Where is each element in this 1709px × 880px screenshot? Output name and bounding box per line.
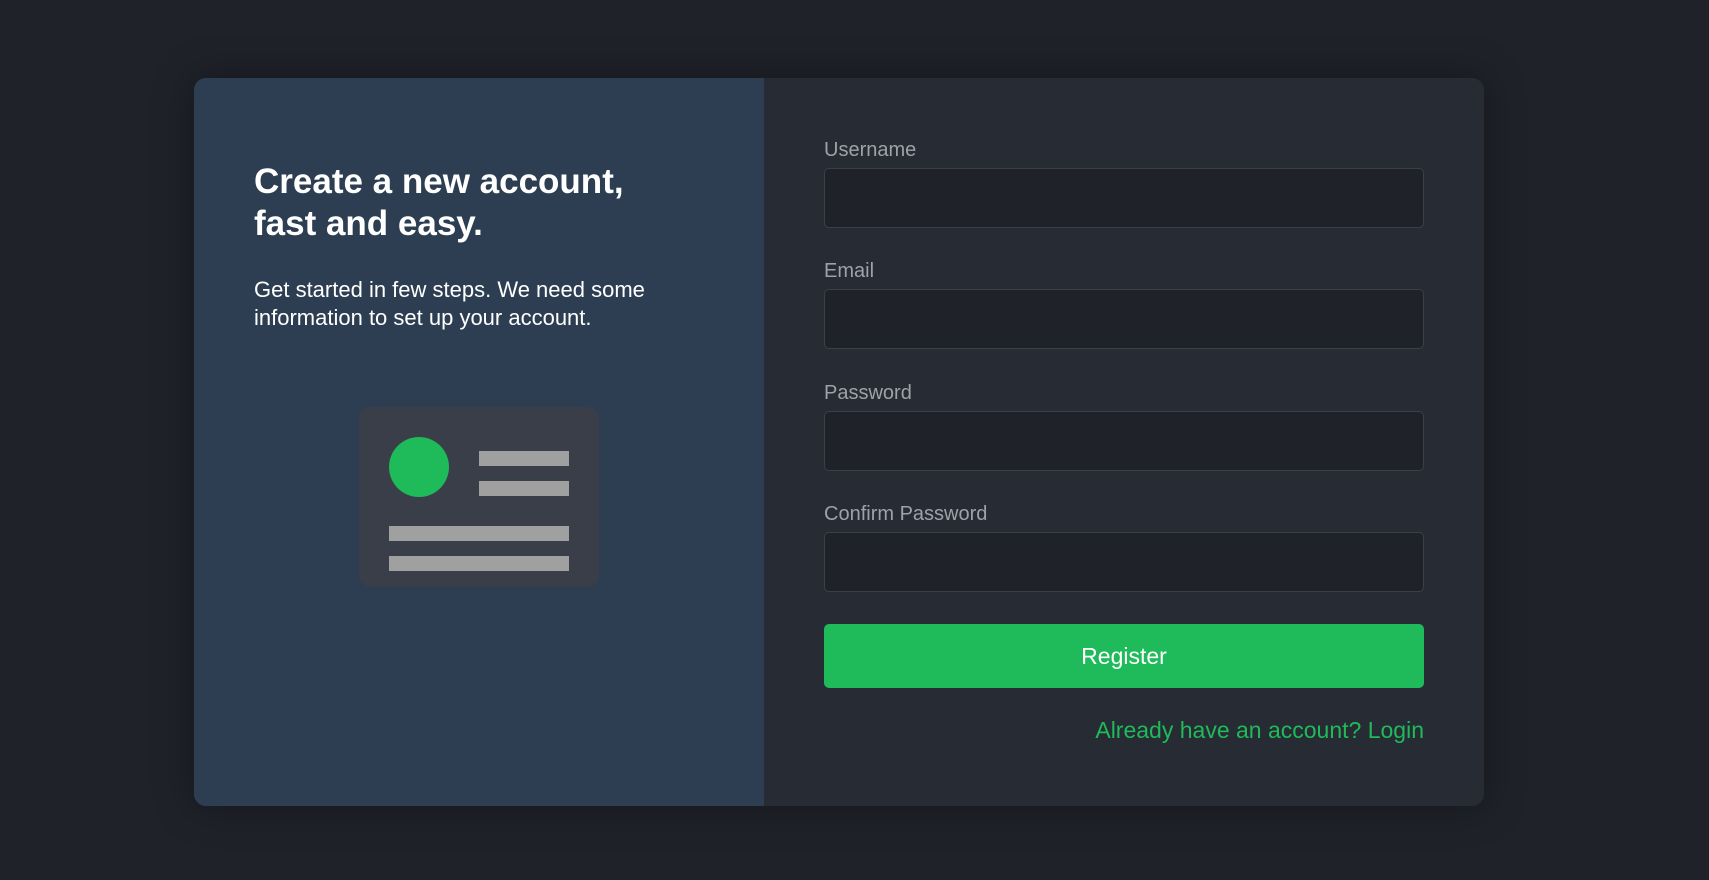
page-title: Create a new account, fast and easy. (254, 162, 624, 243)
password-label: Password (824, 382, 912, 404)
form-panel: Username Email Password Confirm Password… (764, 78, 1484, 806)
id-card-icon (359, 407, 599, 587)
login-link[interactable]: Already have an account? Login (1095, 716, 1424, 744)
intro-panel: Create a new account, fast and easy. Get… (194, 78, 764, 806)
intro-description: Get started in few steps. We need some i… (254, 277, 645, 330)
confirm-password-label: Confirm Password (824, 503, 988, 525)
registration-card: Create a new account, fast and easy. Get… (194, 78, 1484, 806)
username-input[interactable] (824, 168, 1424, 228)
id-card-line (389, 526, 569, 541)
register-button[interactable]: Register (824, 624, 1424, 688)
email-label: Email (824, 260, 875, 282)
id-card-line (479, 451, 569, 466)
email-input[interactable] (824, 289, 1424, 349)
username-label: Username (824, 139, 917, 161)
password-input[interactable] (824, 411, 1424, 471)
confirm-password-input[interactable] (824, 532, 1424, 592)
id-card-line (389, 556, 569, 571)
id-card-line (479, 481, 569, 496)
avatar-circle (389, 437, 449, 497)
